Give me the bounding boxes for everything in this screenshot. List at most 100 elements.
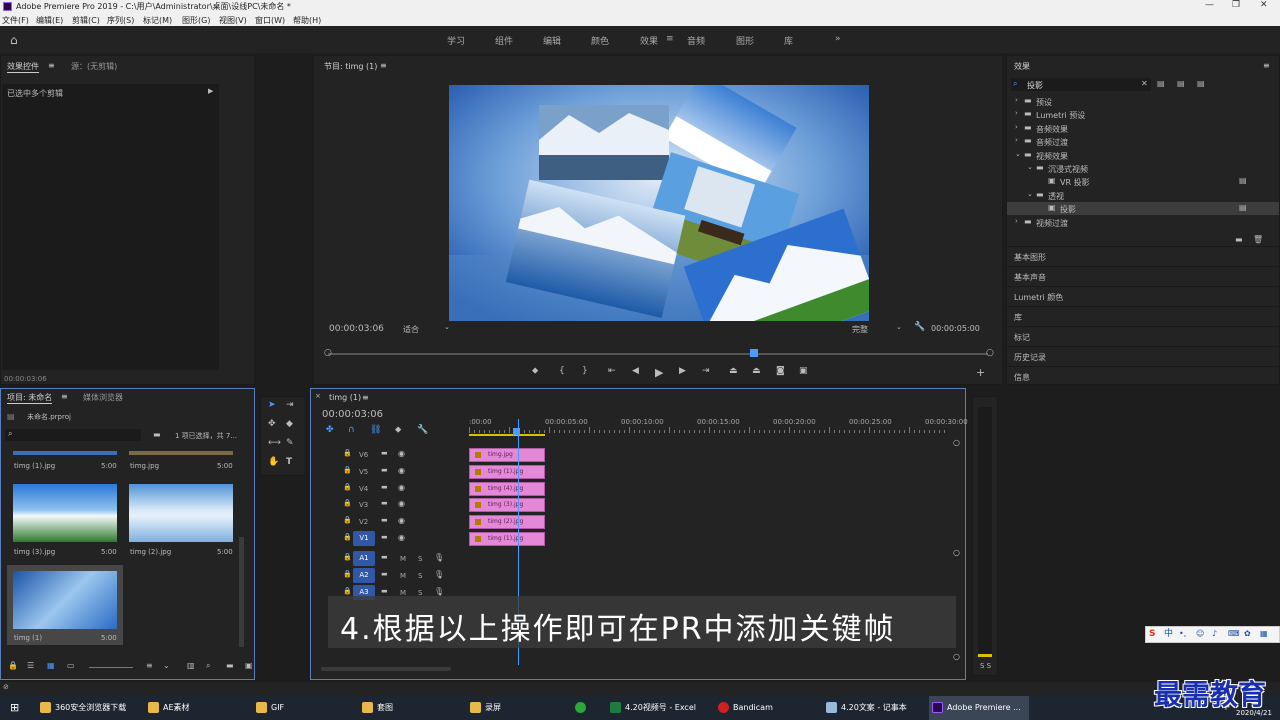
list-view-icon[interactable]: ☰ [27, 662, 34, 670]
effects-tree-row[interactable]: › ▬ 音频效果 [1007, 122, 1279, 135]
close-icon[interactable]: ✕ [1260, 0, 1268, 10]
program-menu-icon[interactable]: ≡ [380, 61, 387, 70]
effects-tree-row[interactable]: ⌄ ▬ 视频效果 [1007, 149, 1279, 162]
menu-view[interactable]: 视图(V) [219, 15, 247, 26]
play-icon[interactable]: ▶ [655, 367, 663, 378]
go-to-in-icon[interactable]: ⇤ [608, 367, 616, 376]
ime-punct-icon[interactable]: •, [1179, 630, 1186, 638]
track-target-v2[interactable]: V2 [359, 518, 368, 526]
extract-icon[interactable]: ⏏ [752, 367, 761, 376]
effects-tree-row[interactable]: ▣ ▤ VR 投影 [1007, 175, 1279, 188]
clip-v3[interactable]: timg (3).jpg [469, 498, 545, 513]
add-marker-timeline-icon[interactable]: ⬥ [395, 426, 401, 435]
workspace-audio[interactable]: 音频 [687, 34, 705, 47]
track-target-v6[interactable]: V6 [359, 451, 368, 459]
sync-lock-icon[interactable]: ▬ [381, 554, 388, 561]
taskbar-item-record[interactable]: 录屏 [467, 696, 501, 720]
mark-out-icon[interactable]: } [582, 367, 588, 376]
track-lock-icon[interactable]: 🔒 [343, 517, 352, 524]
tab-source[interactable]: 源：(无剪辑) [71, 61, 117, 72]
tab-effect-controls[interactable]: 效果控件 [7, 61, 39, 73]
minimize-icon[interactable]: — [1205, 0, 1214, 10]
ime-tools-icon[interactable]: ▦ [1260, 630, 1268, 638]
workspace-libraries[interactable]: 库 [784, 34, 793, 47]
project-menu-icon[interactable]: ≡ [61, 392, 68, 401]
collapsed-arrow-icon[interactable]: › [1015, 110, 1018, 117]
effects-search-input[interactable]: 投影 [1027, 80, 1043, 91]
v-scroll-icon[interactable]: ○ [953, 439, 960, 447]
home-icon[interactable]: ⌂ [10, 34, 18, 46]
thumb-5[interactable] [13, 571, 117, 629]
sync-lock-icon[interactable]: ▬ [381, 466, 388, 474]
program-scrubber[interactable] [328, 349, 988, 357]
icon-view-icon[interactable]: ▦ [47, 662, 55, 670]
thumb-3[interactable] [13, 484, 117, 542]
thumb-2[interactable] [129, 451, 233, 455]
sync-lock-icon[interactable]: ▬ [381, 517, 388, 524]
32bit-effects-icon[interactable]: ▤ [1177, 80, 1185, 88]
more-workspaces-icon[interactable]: » [835, 34, 841, 44]
workspace-graphics[interactable]: 图形 [736, 34, 754, 47]
taskbar-item-gif[interactable]: GIF [253, 696, 284, 720]
clip-v5[interactable]: timg (1).jpg [469, 464, 545, 479]
windows-start-icon[interactable]: ⊞ [10, 702, 19, 713]
ripple-edit-tool-icon[interactable]: ✥ [268, 420, 276, 429]
new-item-icon[interactable]: ▣ [245, 662, 253, 670]
eye-icon[interactable]: ◉ [398, 483, 405, 492]
menu-graphics[interactable]: 图形(G) [182, 15, 210, 26]
thumb-1[interactable] [13, 451, 117, 455]
eye-icon[interactable]: ◉ [398, 450, 405, 458]
expanded-arrow-icon[interactable]: ⌄ [1015, 150, 1021, 158]
menu-file[interactable]: 文件(F) [2, 15, 29, 26]
sync-lock-icon[interactable]: ▬ [381, 500, 388, 507]
effects-tree-row[interactable]: ⌄ ▬ 透视 [1007, 189, 1279, 202]
track-target-v3[interactable]: V3 [359, 501, 368, 509]
scrub-end-icon[interactable]: ○ [986, 349, 994, 358]
sync-lock-icon[interactable]: ▬ [381, 534, 388, 541]
timeline-settings-icon[interactable]: 🔧 [417, 426, 428, 435]
track-lock-icon[interactable]: 🔒 [343, 571, 352, 578]
panel-menu-icon[interactable]: ≡ [48, 61, 55, 70]
timeline-menu-icon[interactable]: ≡ [362, 393, 369, 402]
freeform-view-icon[interactable]: ▭ [67, 662, 75, 670]
collapsed-panel-6[interactable]: 信息 [1007, 366, 1279, 385]
project-search-box[interactable]: ⌕ [5, 429, 141, 441]
sync-lock-icon[interactable]: ▬ [381, 571, 388, 578]
scrub-start-icon[interactable]: ○ [324, 349, 332, 358]
meter-solo-labels[interactable]: S S [980, 662, 991, 670]
ime-lang-icon[interactable]: 中 [1164, 630, 1173, 639]
eye-icon[interactable]: ◉ [398, 500, 405, 508]
clip-v6[interactable]: timg.jpg [469, 448, 545, 462]
wrench-icon[interactable]: 🔧 [914, 323, 925, 332]
menu-clip[interactable]: 剪辑(C) [72, 15, 100, 26]
eye-icon[interactable]: ◉ [398, 517, 405, 525]
expanded-arrow-icon[interactable]: ⌄ [1027, 164, 1033, 171]
collapsed-arrow-icon[interactable]: › [1015, 97, 1018, 104]
type-tool-icon[interactable]: T [286, 458, 292, 467]
app-icon-360[interactable] [575, 702, 586, 713]
effects-tree-row[interactable]: ▣ ▤ 投影 [1007, 202, 1279, 216]
linked-selection-icon[interactable]: ⛓ [370, 426, 381, 435]
taskbar-item-tao[interactable]: 套图 [359, 696, 393, 720]
ime-voice-icon[interactable]: ♪ [1212, 630, 1217, 638]
clip-v4[interactable]: timg (4).jpg [469, 481, 545, 496]
collapsed-panel-4[interactable]: 标记 [1007, 326, 1279, 345]
razor-tool-icon[interactable]: ◆ [286, 420, 293, 429]
close-sequence-icon[interactable]: × [315, 393, 321, 400]
quality-dropdown-icon[interactable]: ⌄ [896, 324, 902, 331]
taskbar-item-notepad[interactable]: 4.20文案 - 记事本 [823, 696, 907, 720]
bin-icon[interactable]: ▬ [153, 431, 161, 439]
snap-icon[interactable]: ∩ [348, 426, 355, 435]
workspace-effects[interactable]: 效果 [640, 34, 658, 47]
program-playhead[interactable] [749, 349, 758, 357]
selection-tool-icon[interactable]: ➤ [268, 401, 276, 410]
fit-select[interactable]: 适合 [403, 324, 419, 335]
track-lock-icon[interactable]: 🔒 [343, 466, 352, 474]
expand-arrow-icon[interactable]: ▶ [208, 88, 213, 95]
mute-button[interactable]: M [400, 572, 406, 580]
delete-icon[interactable]: 🗑 [1253, 236, 1263, 244]
comparison-view-icon[interactable]: ▣ [799, 367, 808, 376]
taskbar-item-premiere[interactable]: Adobe Premiere ... [929, 696, 1029, 720]
work-area-bar[interactable] [469, 434, 545, 436]
collapsed-panel-3[interactable]: 库 [1007, 306, 1279, 325]
